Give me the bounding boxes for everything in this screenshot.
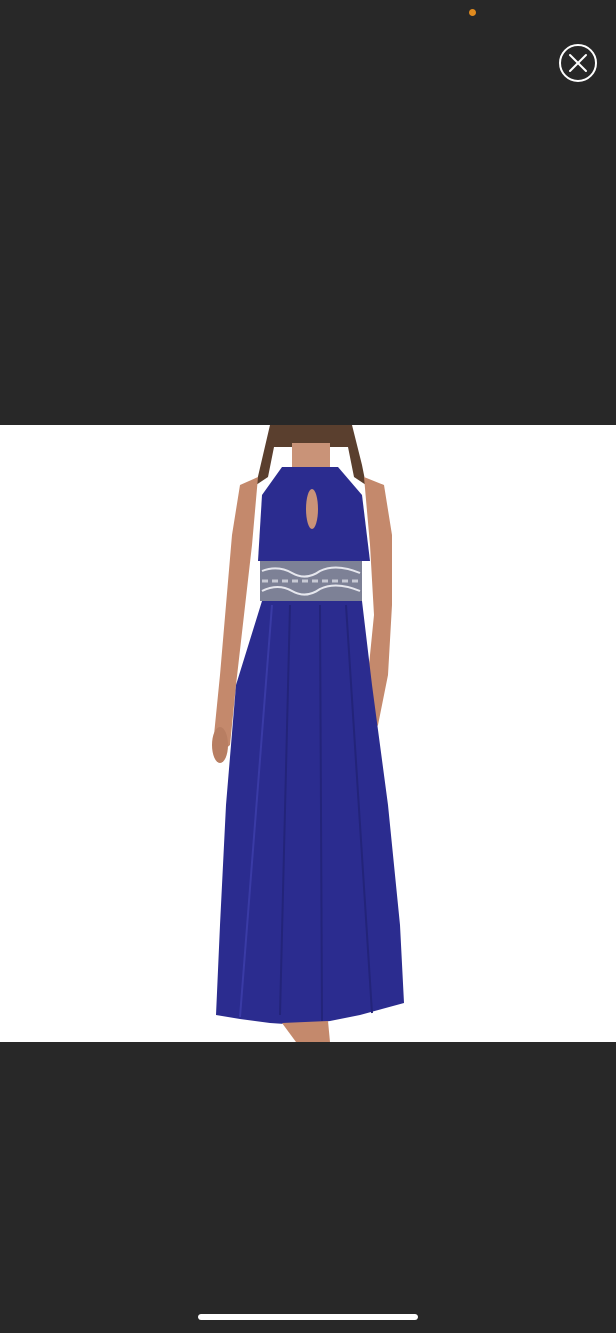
recording-indicator-dot (469, 9, 476, 16)
left-hand (212, 727, 228, 763)
home-indicator-bar[interactable] (198, 1314, 418, 1320)
dress-photo (212, 425, 404, 1042)
keyhole (306, 489, 318, 529)
product-photo[interactable] (0, 425, 616, 1042)
feet (282, 1021, 330, 1042)
close-button[interactable] (559, 44, 597, 82)
image-viewer (0, 0, 616, 1333)
close-icon (569, 54, 587, 72)
